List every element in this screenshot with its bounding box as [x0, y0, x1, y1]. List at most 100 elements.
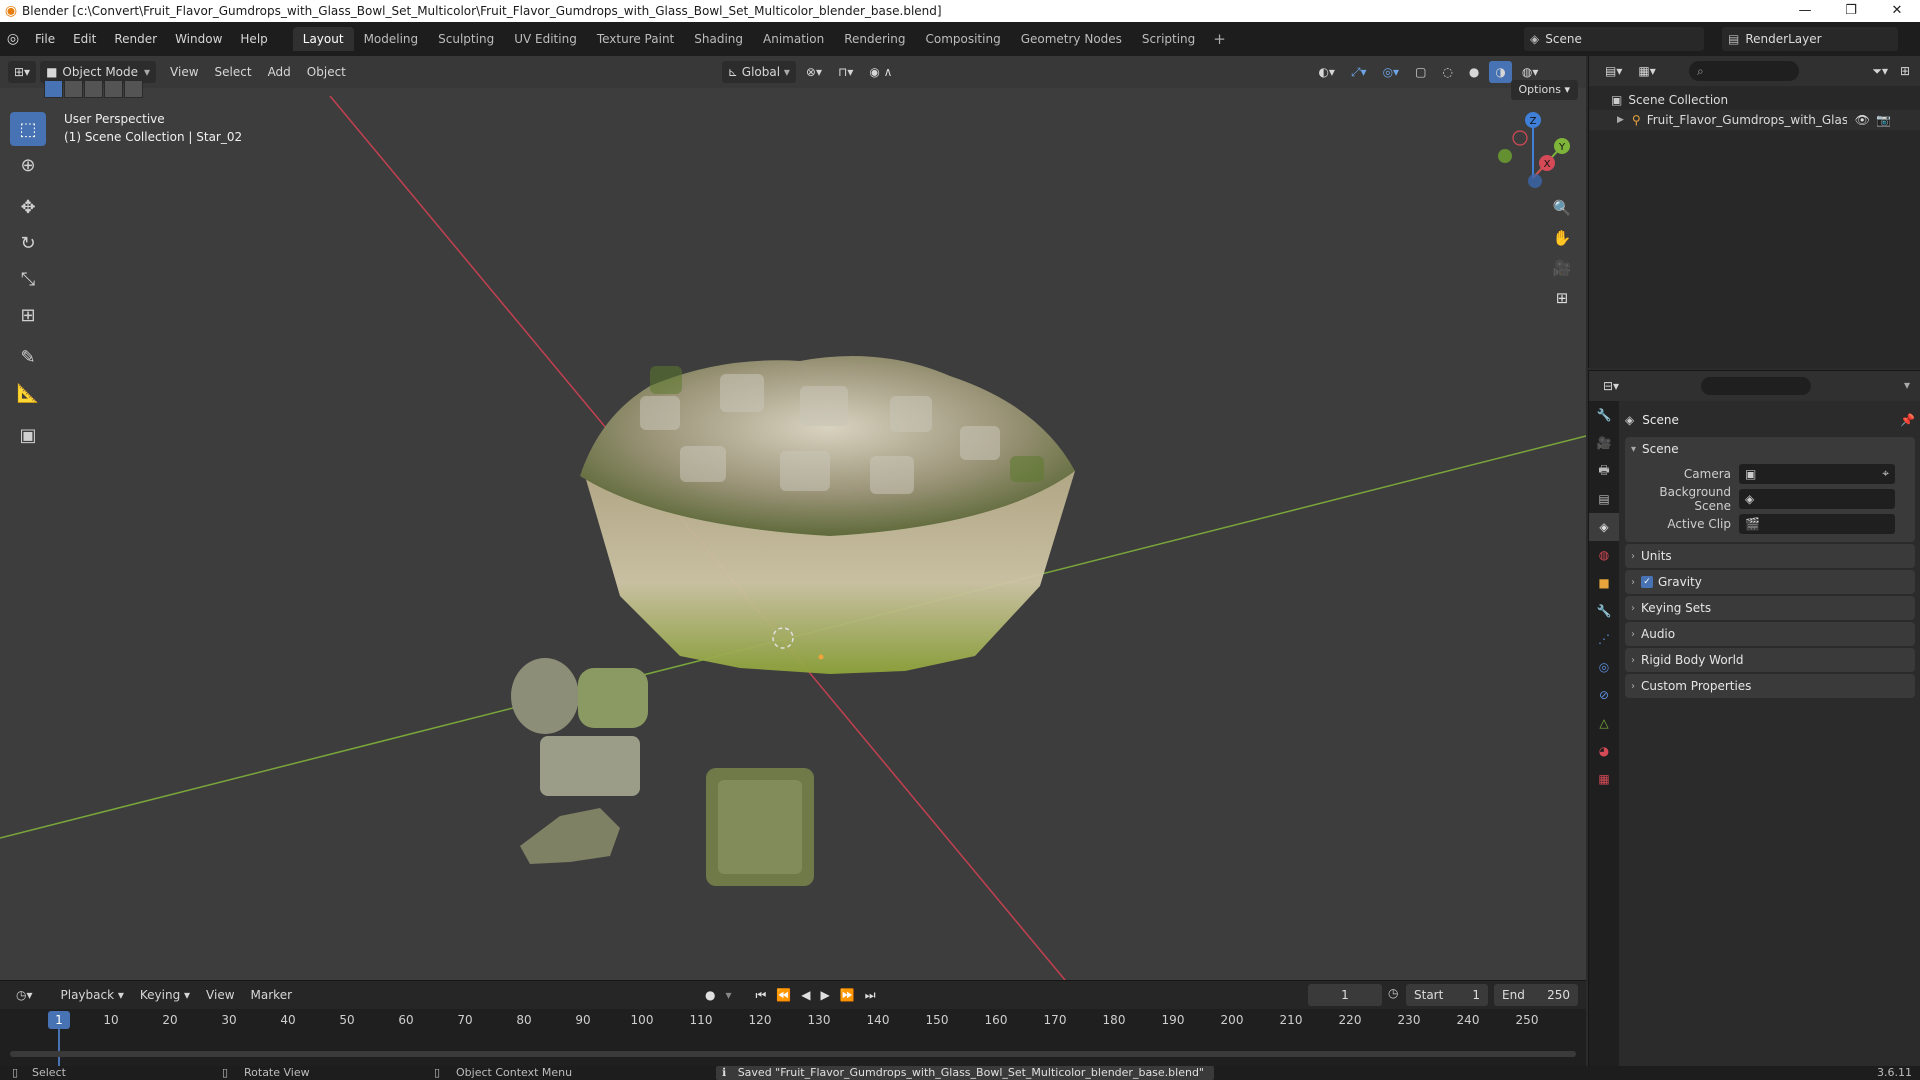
physics-tab-icon[interactable]: ◎ [1589, 653, 1619, 681]
viewport-menu-add[interactable]: Add [262, 61, 297, 83]
play-reverse-icon[interactable]: ◀ [796, 988, 815, 1002]
cursor-tool-icon[interactable]: ⊕ [10, 148, 46, 182]
pan-hand-icon[interactable]: ✋ [1548, 224, 1576, 252]
shading-solid-icon[interactable]: ● [1463, 61, 1485, 83]
stopwatch-icon[interactable]: ◷ [1388, 986, 1398, 1000]
output-tab-icon[interactable]: 🖶 [1589, 457, 1619, 485]
transform-tool-icon[interactable]: ⊞ [10, 298, 46, 332]
audio-panel-header[interactable]: › Audio [1625, 622, 1915, 646]
tool-tab-icon[interactable]: 🔧 [1589, 401, 1619, 429]
camera-view-icon[interactable]: 🎥 [1548, 254, 1576, 282]
playhead[interactable]: 1 [48, 1011, 70, 1029]
overlay-toggle-icon[interactable]: ◎▾ [1377, 61, 1406, 83]
audio-panel[interactable]: › Audio [1625, 622, 1915, 646]
editor-type-button[interactable]: ⊞▾ [8, 61, 37, 83]
tab-geometry-nodes[interactable]: Geometry Nodes [1011, 27, 1132, 51]
units-panel-header[interactable]: › Units [1625, 544, 1915, 568]
annotate-tool-icon[interactable]: ✎ [10, 340, 46, 374]
data-tab-icon[interactable]: △ [1589, 709, 1619, 737]
gravity-panel-header[interactable]: › ✓ Gravity [1625, 570, 1915, 594]
world-tab-icon[interactable]: ◍ [1589, 541, 1619, 569]
select-box-icon[interactable]: ⬚ [10, 112, 46, 146]
view-layer-tab-icon[interactable]: ▤ [1589, 485, 1619, 513]
viewport-menu-select[interactable]: Select [209, 61, 258, 83]
constraints-tab-icon[interactable]: ⊘ [1589, 681, 1619, 709]
select-difference-icon[interactable] [104, 80, 123, 98]
menu-edit[interactable]: Edit [64, 22, 105, 56]
save-report[interactable]: ℹ Saved "Fruit_Flavor_Gumdrops_with_Glas… [716, 1066, 1214, 1080]
outliner-scene-collection[interactable]: ▣ Scene Collection [1589, 90, 1920, 110]
background-scene-field[interactable]: ◈ [1739, 488, 1895, 509]
record-icon[interactable]: ● [700, 988, 720, 1002]
tab-texture-paint[interactable]: Texture Paint [587, 27, 684, 51]
object-tab-icon[interactable]: ■ [1589, 569, 1619, 597]
close-button[interactable]: ✕ [1874, 0, 1920, 22]
properties-editor-type-icon[interactable]: ⊟▾ [1597, 375, 1625, 397]
minimize-button[interactable]: — [1782, 0, 1828, 22]
keying-sets-panel[interactable]: › Keying Sets [1625, 596, 1915, 620]
blender-menu-icon[interactable]: ◎ [0, 31, 26, 47]
keying-sets-panel-header[interactable]: › Keying Sets [1625, 596, 1915, 620]
gizmo-toggle-icon[interactable]: ⤢▾ [1345, 61, 1373, 83]
perspective-toggle-icon[interactable]: ⊞ [1548, 284, 1576, 312]
outliner-editor-type-icon[interactable]: ▤▾ [1599, 60, 1628, 82]
tab-modeling[interactable]: Modeling [354, 27, 429, 51]
custom-properties-panel[interactable]: › Custom Properties [1625, 674, 1915, 698]
active-clip-field[interactable]: 🎬 [1739, 513, 1895, 534]
3d-viewport[interactable]: Z Y X ⊞▾ ■ Object Mode ▾ View Select Add… [0, 56, 1586, 980]
options-dropdown[interactable]: Options ▾ [1510, 80, 1578, 100]
eye-icon[interactable]: 👁 [1855, 113, 1870, 127]
pivot-icon[interactable]: ⊗▾ [800, 61, 828, 83]
visibility-icon[interactable]: ◐▾ [1312, 61, 1341, 83]
tab-layout[interactable]: Layout [292, 27, 354, 51]
outliner-item[interactable]: ▶ ⚲ Fruit_Flavor_Gumdrops_with_Glass_Bov… [1589, 110, 1920, 130]
custom-properties-panel-header[interactable]: › Custom Properties [1625, 674, 1915, 698]
rotate-tool-icon[interactable]: ↻ [10, 226, 46, 260]
camera-render-icon[interactable]: 📷 [1876, 113, 1891, 127]
eyedropper-icon[interactable]: ⌖ [1882, 466, 1889, 481]
next-keyframe-icon[interactable]: ⏩ [835, 988, 860, 1002]
units-panel[interactable]: › Units [1625, 544, 1915, 568]
viewport-menu-view[interactable]: View [164, 61, 204, 83]
tab-shading[interactable]: Shading [684, 27, 753, 51]
maximize-button[interactable]: ❐ [1828, 0, 1874, 22]
tab-compositing[interactable]: Compositing [915, 27, 1010, 51]
texture-tab-icon[interactable]: ▦ [1589, 765, 1619, 793]
timeline-menu-marker[interactable]: Marker [245, 984, 298, 1006]
measure-tool-icon[interactable]: 📐 [10, 376, 46, 410]
transform-orientation-dropdown[interactable]: ⊾ Global ▾ [721, 61, 796, 83]
current-frame-field[interactable]: 1 [1308, 984, 1382, 1006]
viewport-menu-object[interactable]: Object [301, 61, 352, 83]
gravity-checkbox[interactable]: ✓ [1641, 576, 1653, 588]
xray-icon[interactable]: ▢ [1409, 61, 1432, 83]
expand-arrow-icon[interactable]: ▶ [1617, 115, 1624, 125]
start-frame-field[interactable]: Start 1 [1406, 984, 1488, 1006]
scene-panel-header[interactable]: ▾ Scene [1625, 437, 1915, 461]
zoom-icon[interactable]: 🔍 [1548, 194, 1576, 222]
menu-help[interactable]: Help [231, 22, 276, 56]
prev-keyframe-icon[interactable]: ⏪ [771, 988, 796, 1002]
tab-scripting[interactable]: Scripting [1132, 27, 1205, 51]
new-collection-icon[interactable]: ⊞ [1894, 60, 1916, 82]
add-cube-tool-icon[interactable]: ▣ [10, 418, 46, 452]
select-new-icon[interactable] [44, 80, 63, 98]
scale-tool-icon[interactable]: ⤡ [10, 262, 46, 296]
menu-file[interactable]: File [26, 22, 64, 56]
add-workspace-button[interactable]: + [1205, 30, 1234, 48]
render-tab-icon[interactable]: 🎥 [1589, 429, 1619, 457]
tab-rendering[interactable]: Rendering [834, 27, 915, 51]
proportional-edit-icon[interactable]: ◉ ∧ [863, 61, 898, 83]
outliner-search-input[interactable]: ⌕ [1689, 61, 1799, 81]
camera-field[interactable]: ▣ ⌖ [1739, 463, 1895, 484]
jump-end-icon[interactable]: ⏭ [860, 988, 881, 1003]
render-layer-selector[interactable]: ▤ RenderLayer [1722, 27, 1898, 51]
filter-icon[interactable]: ⏷▾ [1866, 60, 1894, 82]
play-icon[interactable]: ▶ [816, 988, 835, 1002]
timeline-editor-type-icon[interactable]: ◷▾ [10, 984, 39, 1006]
rigid-body-world-panel[interactable]: › Rigid Body World [1625, 648, 1915, 672]
scene-selector[interactable]: ◈ Scene [1524, 27, 1704, 51]
shading-material-icon[interactable]: ◑ [1489, 61, 1512, 83]
shading-wireframe-icon[interactable]: ◌ [1436, 61, 1458, 83]
particles-tab-icon[interactable]: ⋰ [1589, 625, 1619, 653]
chevron-down-icon[interactable]: ▾ [1904, 378, 1910, 392]
